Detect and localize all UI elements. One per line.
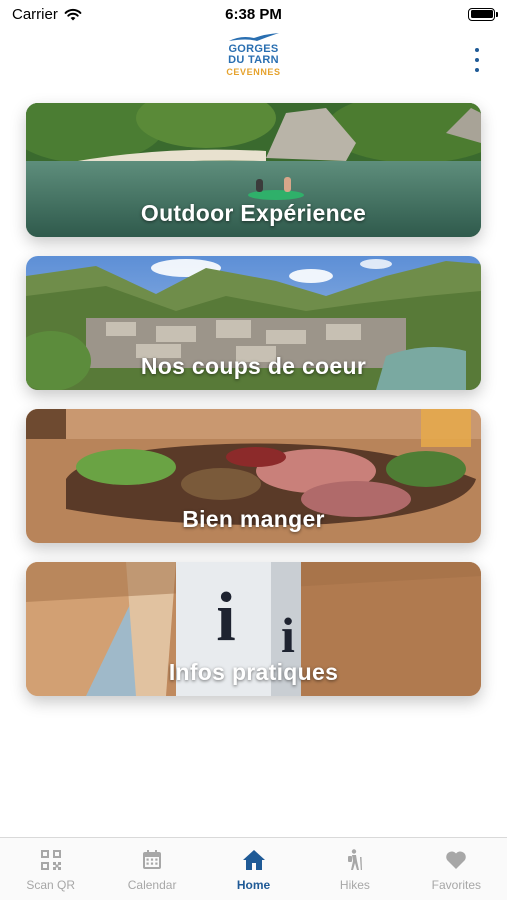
qr-code-icon	[40, 850, 61, 870]
tab-label: Calendar	[127, 878, 177, 892]
card-outdoor-experience[interactable]: Outdoor Expérience	[26, 103, 481, 237]
svg-text:i: i	[281, 607, 295, 663]
status-bar: Carrier 6:38 PM	[0, 0, 507, 28]
status-time: 6:38 PM	[225, 5, 282, 23]
app-logo: GORGES DU TARN CEVENNES	[219, 32, 289, 78]
tab-hikes[interactable]: Hikes	[304, 838, 405, 900]
tab-label: Scan QR	[26, 878, 76, 892]
card-title: Nos coups de coeur	[140, 353, 367, 379]
battery-icon	[468, 7, 498, 21]
more-menu-button[interactable]	[467, 48, 487, 72]
logo-line-du-tarn: DU TARN	[228, 54, 279, 66]
calendar-icon	[143, 850, 162, 869]
logo-line-cevennes: CEVENNES	[226, 67, 281, 77]
category-card-list: Outdoor Expérience Nos coups de coeur Bi…	[26, 103, 481, 715]
card-bien-manger[interactable]: Bien manger	[26, 409, 481, 543]
app-header: GORGES DU TARN CEVENNES	[0, 30, 507, 90]
more-dot-icon	[475, 58, 479, 62]
card-title: Bien manger	[182, 506, 325, 532]
tab-calendar[interactable]: Calendar	[101, 838, 202, 900]
tab-label: Favorites	[431, 878, 481, 892]
card-infos-pratiques[interactable]: i i Infos pratiques	[26, 562, 481, 696]
tab-scan-qr[interactable]: Scan QR	[0, 838, 101, 900]
tab-label: Hikes	[339, 878, 370, 892]
tab-label: Home	[236, 878, 271, 892]
carrier-label: Carrier	[12, 5, 58, 23]
wifi-icon	[64, 8, 82, 20]
home-screen: Carrier 6:38 PM GORGES DU TARN CEVENNES	[0, 0, 507, 900]
more-dot-icon	[475, 68, 479, 72]
status-left: Carrier	[12, 6, 82, 23]
heart-icon	[446, 851, 467, 869]
card-nos-coups-de-coeur[interactable]: Nos coups de coeur	[26, 256, 481, 390]
tab-favorites[interactable]: Favorites	[406, 838, 507, 900]
tab-home[interactable]: Home	[203, 838, 304, 900]
more-dot-icon	[475, 48, 479, 52]
hiker-icon	[347, 849, 362, 870]
card-title: Infos pratiques	[168, 659, 339, 685]
bottom-tab-bar: Scan QR Calendar Home Hikes Favorites	[0, 837, 507, 900]
svg-text:i: i	[216, 579, 235, 656]
home-icon	[242, 850, 265, 870]
card-title: Outdoor Expérience	[140, 200, 367, 226]
